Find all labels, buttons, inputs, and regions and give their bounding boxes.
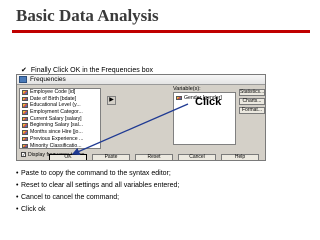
instruction-text: Cancel to cancel the command; bbox=[21, 194, 120, 201]
bullet-icon: • bbox=[16, 170, 19, 177]
instruction-item: • Paste to copy the command to the syntax… bbox=[16, 168, 179, 180]
instruction-item: • Click ok bbox=[16, 204, 179, 216]
source-variable-list[interactable]: Employee Code [id] Date of Birth [bdate]… bbox=[19, 88, 101, 149]
intro-line: ✔ Finally Click OK in the Frequencies box bbox=[21, 66, 153, 74]
instruction-list: • Paste to copy the command to the syntax… bbox=[16, 168, 179, 216]
variable-icon bbox=[22, 123, 28, 128]
variable-label: Employee Code [id] bbox=[30, 89, 76, 95]
app-icon bbox=[19, 76, 27, 83]
slide-title: Basic Data Analysis bbox=[16, 6, 159, 25]
arrow-right-icon: ▶ bbox=[109, 97, 114, 103]
variable-label: Minority Classificatio... bbox=[30, 142, 82, 149]
variable-icon bbox=[22, 143, 28, 148]
instruction-text: Click ok bbox=[21, 206, 46, 213]
variable-item[interactable]: Previous Experience ... bbox=[20, 136, 100, 143]
click-callout: Click bbox=[195, 96, 222, 108]
instruction-item: • Reset to clear all settings and all var… bbox=[16, 180, 179, 192]
dialog-title: Frequencies bbox=[30, 76, 66, 83]
statistics-button[interactable]: Statistics... bbox=[239, 89, 265, 96]
variable-icon bbox=[22, 96, 28, 102]
checkmark-bullet-icon: ✔ bbox=[21, 67, 27, 74]
variable-icon bbox=[22, 130, 28, 135]
move-variable-button[interactable]: ▶ bbox=[107, 96, 116, 105]
instruction-text: Paste to copy the command to the syntax … bbox=[21, 170, 171, 177]
variable-icon bbox=[176, 95, 182, 100]
bullet-icon: • bbox=[16, 206, 19, 213]
variable-label: Beginning Salary [sal... bbox=[30, 122, 84, 129]
dialog-titlebar[interactable]: Frequencies bbox=[17, 75, 265, 85]
help-button[interactable]: Help bbox=[221, 154, 259, 160]
variable-item[interactable]: Educational Level (y... bbox=[20, 102, 100, 109]
variable-icon bbox=[22, 90, 28, 95]
charts-button[interactable]: Charts... bbox=[239, 98, 265, 105]
variable-item[interactable]: Minority Classificatio... bbox=[20, 142, 100, 149]
cancel-button[interactable]: Cancel bbox=[178, 154, 216, 160]
variable-icon bbox=[22, 116, 28, 122]
instruction-text: Reset to clear all settings and all vari… bbox=[21, 182, 180, 189]
variable-item[interactable]: Date of Birth [bdate] bbox=[20, 96, 100, 103]
variable-item[interactable]: Beginning Salary [sal... bbox=[20, 122, 100, 129]
frequencies-dialog: Frequencies Employee Code [id] Date of B… bbox=[16, 74, 266, 161]
variable-label: Employment Categor... bbox=[30, 109, 83, 116]
title-rule bbox=[12, 30, 310, 33]
variable-icon bbox=[22, 136, 28, 142]
reset-button[interactable]: Reset bbox=[135, 154, 173, 160]
variable-label: Educational Level (y... bbox=[30, 102, 81, 109]
display-tables-checkbox[interactable]: ✓ bbox=[21, 152, 26, 157]
paste-button[interactable]: Paste bbox=[92, 154, 130, 160]
variable-icon bbox=[22, 110, 28, 115]
variable-label: Months since Hire [jo... bbox=[30, 129, 83, 136]
variable-item[interactable]: Current Salary [salary] bbox=[20, 116, 100, 123]
variable-item[interactable]: Employee Code [id] bbox=[20, 89, 100, 96]
ok-button[interactable]: OK bbox=[49, 154, 87, 160]
variable-item[interactable]: Months since Hire [jo... bbox=[20, 129, 100, 136]
variable-label: Previous Experience ... bbox=[30, 135, 84, 142]
variable-item[interactable]: Employment Categor... bbox=[20, 109, 100, 116]
variable-label: Date of Birth [bdate] bbox=[30, 95, 77, 102]
instruction-item: • Cancel to cancel the command; bbox=[16, 192, 179, 204]
bullet-icon: • bbox=[16, 194, 19, 201]
variable-icon bbox=[22, 103, 28, 108]
intro-text: Finally Click OK in the Frequencies box bbox=[30, 67, 154, 74]
format-button[interactable]: Format... bbox=[239, 107, 265, 114]
bullet-icon: • bbox=[16, 182, 19, 189]
variable-label: Current Salary [salary] bbox=[30, 115, 82, 122]
